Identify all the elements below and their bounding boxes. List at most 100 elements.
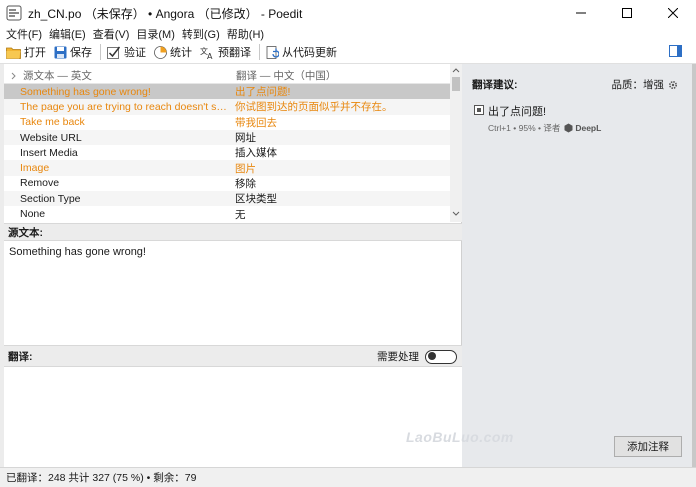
menu-edit[interactable]: 编辑(E) — [49, 26, 86, 42]
update-from-code-button[interactable]: 从代码更新 — [266, 44, 337, 60]
row-source: Insert Media — [20, 146, 78, 159]
table-row[interactable]: The page you are trying to reach doesn't… — [4, 99, 450, 115]
pie-chart-icon — [154, 45, 167, 59]
menu-file[interactable]: 文件(F) — [6, 26, 42, 42]
needs-work-label: 需要处理 — [377, 351, 419, 363]
stats-button[interactable]: 统计 — [154, 44, 192, 60]
window-title: zh_CN.po （未保存） • Angora （已修改） - Poedit — [28, 6, 303, 21]
translation-header: 翻译: 需要处理 — [4, 345, 462, 367]
editor-pane: 源文本 — 英文 翻译 — 中文（中国） Something has gone … — [4, 64, 462, 467]
row-source: Section Type — [20, 192, 81, 205]
table-row[interactable]: Remove 移除 — [4, 176, 450, 191]
list-scrollbar[interactable] — [450, 64, 462, 222]
watermark: LaoBuLuo.com — [406, 429, 514, 445]
deepl-logo-icon — [564, 123, 573, 133]
validate-button[interactable]: 验证 — [107, 44, 146, 60]
table-row[interactable]: Something has gone wrong! 出了点问题! — [4, 84, 450, 100]
minimize-icon — [576, 12, 586, 14]
row-source: None — [20, 208, 46, 221]
row-translation: 插入媒体 — [235, 147, 277, 160]
maximize-button[interactable] — [604, 0, 650, 26]
source-text-content: Something has gone wrong! — [9, 246, 146, 258]
add-comment-button[interactable]: 添加注释 — [614, 436, 682, 457]
row-source: Image — [20, 162, 50, 175]
row-source: Something has gone wrong! — [20, 85, 151, 98]
minimize-button[interactable] — [558, 0, 604, 26]
menu-goto[interactable]: 转到(G) — [182, 26, 220, 42]
folder-icon — [6, 47, 21, 59]
chevron-right-icon — [11, 72, 16, 79]
row-source: The page you are trying to reach doesn't… — [20, 100, 230, 113]
close-button[interactable] — [650, 0, 696, 26]
svg-text:A: A — [207, 52, 213, 59]
deepl-label: DeepL — [575, 123, 602, 133]
row-translation: 图片 — [235, 162, 256, 175]
scroll-up-button[interactable] — [450, 64, 462, 76]
toggle-knob — [428, 352, 436, 360]
translation-column-header[interactable]: 翻译 — 中文（中国） — [236, 68, 336, 83]
source-text-header: 源文本: — [4, 223, 462, 241]
scroll-thumb[interactable] — [452, 77, 460, 91]
window-controls — [558, 0, 696, 26]
translation-label: 翻译: — [8, 350, 33, 363]
table-row[interactable]: Take me back 带我回去 — [4, 115, 450, 130]
validate-label: 验证 — [124, 47, 146, 59]
suggestion-meta: Ctrl+1 • 95% • 译者 DeepL — [488, 122, 601, 134]
needs-work-toggle[interactable] — [425, 349, 457, 364]
menu-catalog[interactable]: 目录(M) — [136, 26, 175, 42]
table-row[interactable]: Insert Media 插入媒体 — [4, 145, 450, 160]
suggestion-meta-text: Ctrl+1 • 95% • 译者 — [488, 123, 561, 133]
menu-view[interactable]: 查看(V) — [93, 26, 130, 42]
translation-input[interactable] — [4, 367, 462, 467]
row-translation: 区块类型 — [235, 193, 277, 206]
update-from-code-label: 从代码更新 — [282, 47, 337, 59]
source-text-label: 源文本: — [8, 226, 43, 239]
scroll-down-button[interactable] — [450, 208, 462, 220]
list-header: 源文本 — 英文 翻译 — 中文（中国） — [4, 64, 450, 84]
needs-work-control: 需要处理 — [377, 349, 457, 364]
toolbar-separator — [100, 44, 101, 60]
row-source: Remove — [20, 177, 60, 190]
pretranslate-label: 预翻译 — [218, 47, 251, 59]
row-translation: 无 — [235, 208, 246, 221]
row-translation: 移除 — [235, 177, 256, 190]
row-translation: 出了点问题! — [235, 86, 291, 99]
title-bar: zh_CN.po （未保存） • Angora （已修改） - Poedit — [0, 0, 696, 26]
row-translation: 网址 — [235, 132, 256, 145]
row-translation: 带我回去 — [235, 116, 277, 129]
quality-setting[interactable]: 品质：增强 — [612, 77, 679, 92]
menu-help[interactable]: 帮助(H) — [227, 26, 264, 42]
suggestions-sidebar: 翻译建议: 品质：增强 出了点问题! Ctrl+1 • 95% • 译者 Dee… — [406, 64, 692, 467]
close-icon — [668, 8, 678, 18]
table-row[interactable]: Website URL 网址 — [4, 129, 450, 146]
save-label: 保存 — [70, 47, 92, 59]
chevron-up-icon — [452, 68, 460, 73]
suggestion-text[interactable]: 出了点问题! — [488, 103, 546, 119]
row-translation: 你试图到达的页面似乎并不存在。 — [235, 101, 393, 114]
chevron-down-icon — [452, 211, 460, 216]
pretranslate-button[interactable]: 文 A 预翻译 — [200, 44, 251, 60]
table-row[interactable]: Section Type 区块类型 — [4, 191, 450, 207]
suggestion-square-icon — [474, 105, 484, 115]
window-right-edge — [692, 64, 696, 467]
toggle-sidebar-button[interactable] — [669, 45, 682, 60]
quality-label: 品质：增强 — [611, 79, 665, 91]
table-row[interactable]: None 无 — [4, 206, 450, 221]
suggestions-title: 翻译建议: — [472, 79, 518, 91]
open-label: 打开 — [24, 47, 46, 59]
checkmark-icon — [107, 46, 121, 59]
translate-icon: 文 A — [200, 46, 213, 59]
sidebar-icon — [669, 45, 682, 57]
update-icon — [266, 45, 279, 59]
status-bar: 已翻译：248 共计 327 (75 %) • 剩余：79 — [0, 467, 696, 487]
table-row[interactable]: Image 图片 — [4, 160, 450, 176]
stats-label: 统计 — [170, 47, 192, 59]
source-column-header[interactable]: 源文本 — 英文 — [10, 68, 92, 83]
toolbar-separator — [259, 44, 260, 60]
string-list: Something has gone wrong! 出了点问题! The pag… — [4, 84, 450, 222]
status-text: 已翻译：248 共计 327 (75 %) • 剩余：79 — [6, 472, 197, 484]
poedit-app-icon — [6, 5, 22, 21]
save-button[interactable]: 保存 — [54, 44, 92, 60]
open-button[interactable]: 打开 — [6, 44, 46, 60]
gear-icon — [668, 80, 678, 89]
